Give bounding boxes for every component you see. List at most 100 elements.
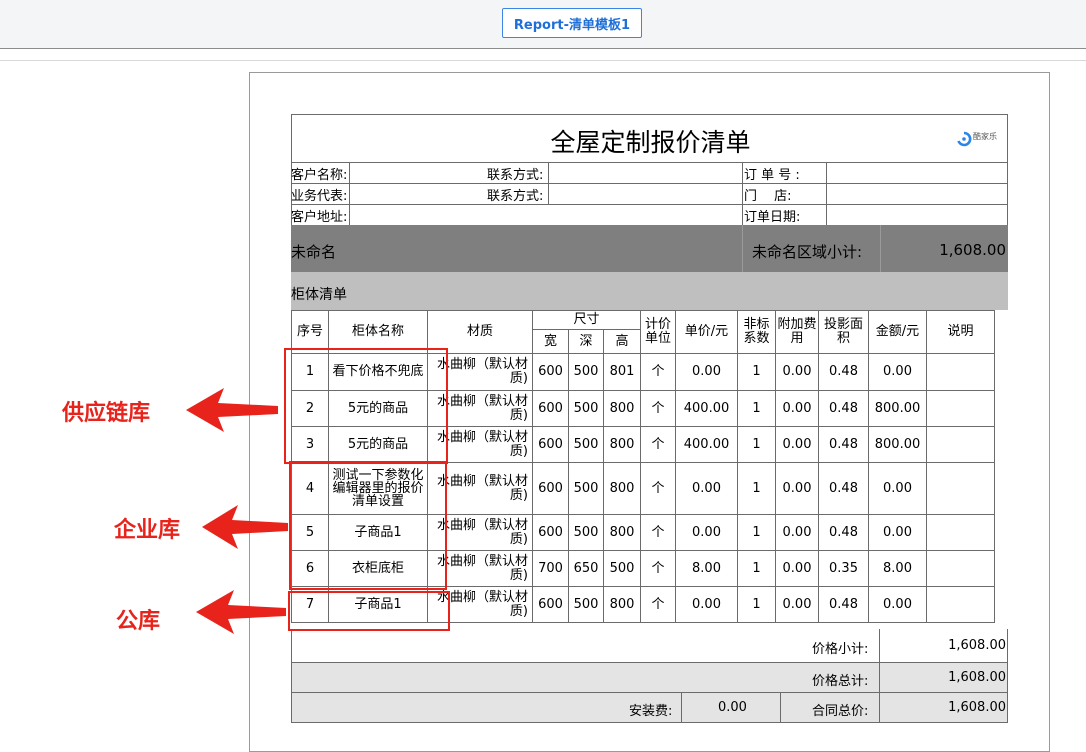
divider — [548, 162, 549, 204]
divider — [681, 693, 682, 723]
report-tab[interactable]: Report-清单模板1 — [502, 8, 642, 38]
section-name: 未命名 — [291, 243, 337, 261]
cell-factor: 1 — [737, 353, 776, 391]
cell-note — [926, 586, 995, 623]
logo-icon — [957, 131, 972, 147]
cell-note — [926, 353, 995, 391]
col-header-price: 单价/元 — [675, 310, 738, 354]
cell-area: 0.48 — [818, 586, 869, 623]
cell-price: 8.00 — [675, 550, 738, 587]
cell-d: 500 — [568, 462, 604, 515]
cell-amount: 0.00 — [868, 353, 927, 391]
col-header-note: 说明 — [926, 310, 995, 354]
cell-w: 600 — [532, 514, 569, 551]
cell-h: 800 — [603, 514, 641, 551]
cell-amount: 8.00 — [868, 550, 927, 587]
cell-d: 500 — [568, 390, 604, 427]
col-header-extra: 附加费用 — [775, 310, 819, 354]
cell-w: 700 — [532, 550, 569, 587]
section-subtotal-value: 1,608.00 — [939, 241, 1006, 259]
cell-amount: 0.00 — [868, 586, 927, 623]
divider — [879, 629, 880, 663]
arrow-left-icon — [202, 505, 288, 549]
cell-w: 600 — [532, 426, 569, 463]
price-subtotal-row: 价格小计: 1,608.00 — [291, 629, 1008, 663]
cell-h: 800 — [603, 390, 641, 427]
cell-unit: 个 — [640, 390, 676, 427]
section-bar — [291, 225, 1008, 272]
cell-extra: 0.00 — [775, 390, 819, 427]
cell-unit: 个 — [640, 514, 676, 551]
divider — [291, 162, 1008, 163]
col-header-size: 尺寸 — [532, 310, 641, 330]
cell-price: 0.00 — [675, 586, 738, 623]
cell-d: 500 — [568, 586, 604, 623]
contract-total-label: 合同总价: — [812, 704, 869, 719]
cell-w: 600 — [532, 353, 569, 391]
cell-w: 600 — [532, 390, 569, 427]
cell-h: 800 — [603, 462, 641, 515]
cell-unit: 个 — [640, 586, 676, 623]
cell-unit: 个 — [640, 353, 676, 391]
col-header-unit: 计价单位 — [640, 310, 676, 354]
contract-row: 安装费: 0.00 合同总价: 1,608.00 — [291, 693, 1008, 723]
cell-factor: 1 — [737, 550, 776, 587]
cell-extra: 0.00 — [775, 586, 819, 623]
cell-note — [926, 426, 995, 463]
brand-logo: 酷家乐 — [956, 129, 1006, 149]
enterprise-label: 企业库 — [114, 518, 181, 543]
cell-d: 500 — [568, 426, 604, 463]
cell-extra: 0.00 — [775, 462, 819, 515]
cell-factor: 1 — [737, 586, 776, 623]
divider — [780, 693, 781, 723]
cell-area: 0.48 — [818, 353, 869, 391]
col-header-width: 宽 — [532, 329, 569, 354]
cell-d: 650 — [568, 550, 604, 587]
cell-price: 400.00 — [675, 426, 738, 463]
cell-h: 801 — [603, 353, 641, 391]
supply-chain-label: 供应链库 — [62, 401, 151, 426]
list-title: 柜体清单 — [291, 287, 347, 303]
cell-note — [926, 462, 995, 515]
cell-w: 600 — [532, 586, 569, 623]
cell-h: 800 — [603, 426, 641, 463]
sales-rep-label: 业务代表: — [291, 189, 348, 204]
cell-amount: 800.00 — [868, 390, 927, 427]
cell-extra: 0.00 — [775, 550, 819, 587]
price-subtotal-label: 价格小计: — [812, 642, 869, 657]
cell-d: 500 — [568, 353, 604, 391]
install-fee-label: 安装费: — [629, 704, 673, 719]
price-total-label: 价格总计: — [812, 674, 869, 689]
contact-label: 联系方式: — [487, 189, 544, 204]
supply-chain-highlight — [284, 348, 448, 464]
order-no-label: 订 单 号 : — [744, 168, 800, 183]
divider — [880, 225, 881, 272]
cell-factor: 1 — [737, 426, 776, 463]
divider — [826, 162, 827, 225]
cell-area: 0.48 — [818, 462, 869, 515]
cell-factor: 1 — [737, 462, 776, 515]
cell-amount: 0.00 — [868, 462, 927, 515]
section-subtotal-label: 未命名区域小计: — [752, 243, 863, 261]
col-header-height: 高 — [603, 329, 641, 354]
cell-area: 0.48 — [818, 426, 869, 463]
cell-unit: 个 — [640, 462, 676, 515]
cell-h: 500 — [603, 550, 641, 587]
cell-w: 600 — [532, 462, 569, 515]
enterprise-highlight — [289, 461, 447, 590]
cell-price: 400.00 — [675, 390, 738, 427]
cell-factor: 1 — [737, 390, 776, 427]
arrow-left-icon — [186, 388, 278, 432]
divider — [349, 162, 350, 225]
price-total-value: 1,608.00 — [948, 670, 1006, 685]
divider — [879, 663, 880, 693]
divider — [291, 183, 1008, 184]
price-total-row: 价格总计: 1,608.00 — [291, 663, 1008, 693]
list-title-bar — [291, 272, 1008, 310]
order-date-label: 订单日期: — [744, 210, 801, 225]
cell-factor: 1 — [737, 514, 776, 551]
install-fee-value: 0.00 — [718, 700, 747, 715]
cell-note — [926, 514, 995, 551]
cell-extra: 0.00 — [775, 426, 819, 463]
public-label: 公库 — [116, 609, 161, 634]
